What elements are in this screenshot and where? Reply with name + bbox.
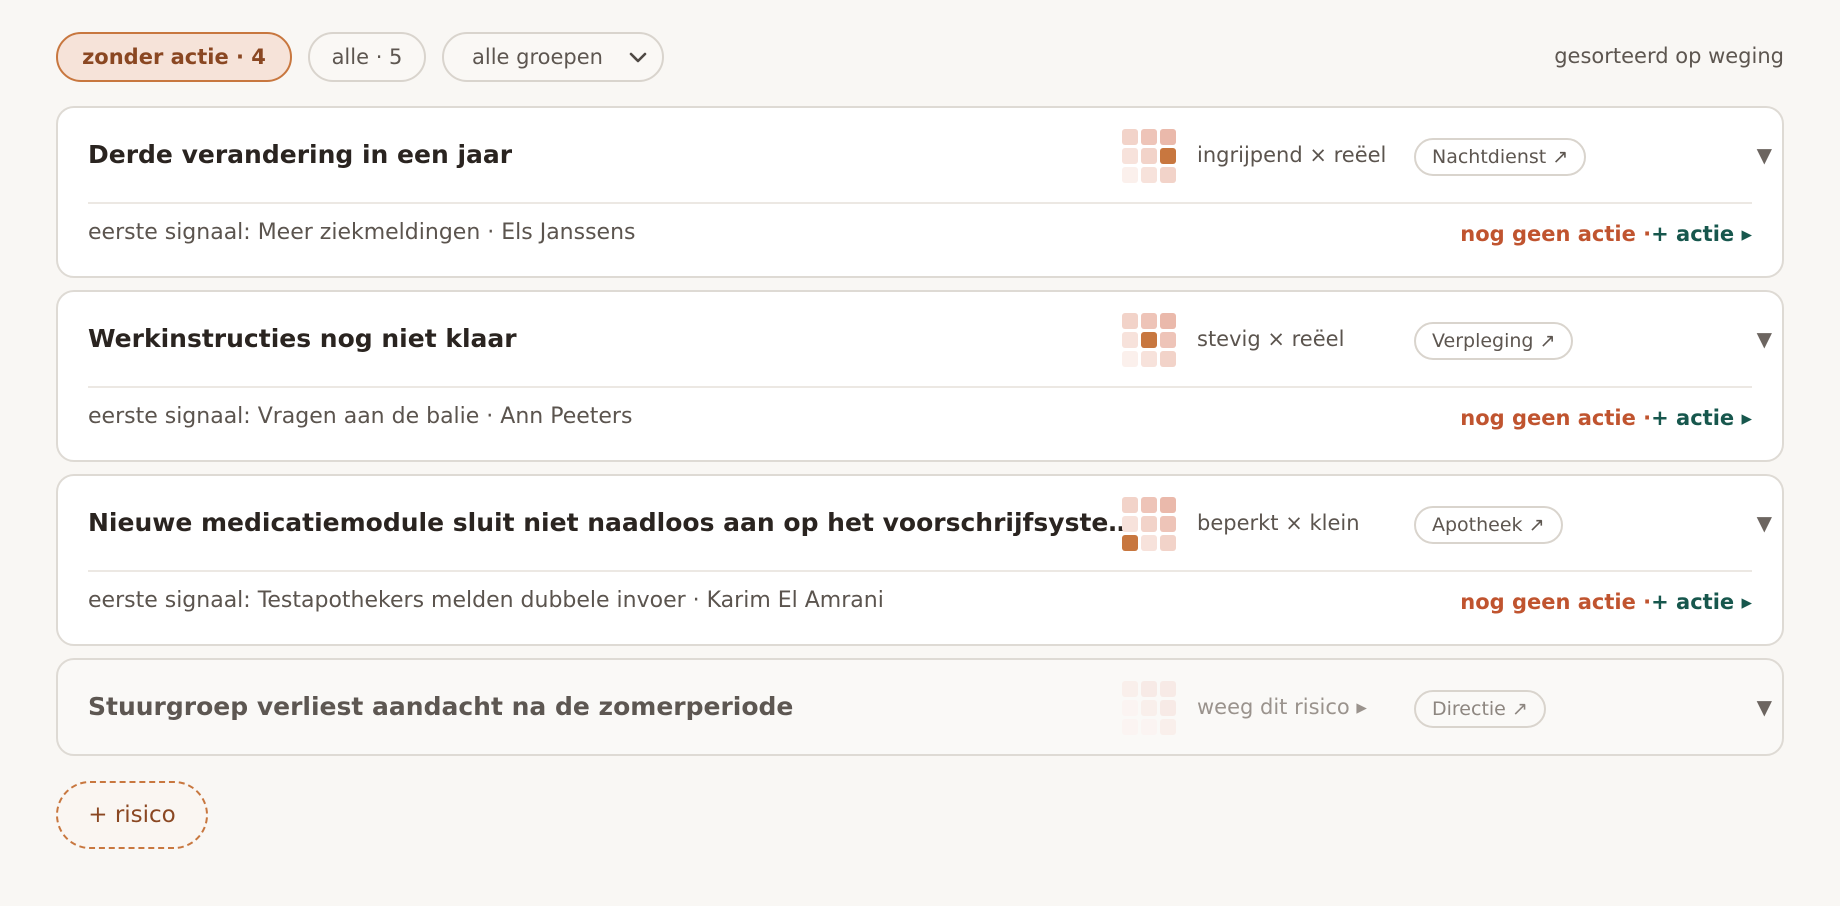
first-signal: eerste signaal: Testapothekers melden du…	[88, 588, 884, 613]
weight-grid-cell[interactable]	[1141, 719, 1157, 735]
weight-grid-cell[interactable]	[1141, 332, 1157, 348]
weight-grid-cell[interactable]	[1122, 313, 1138, 329]
first-signal: eerste signaal: Vragen aan de balie · An…	[88, 404, 633, 429]
group-tag[interactable]: Verpleging ↗	[1414, 322, 1574, 360]
weight-grid-cell[interactable]	[1160, 313, 1176, 329]
weight-grid-cell[interactable]	[1122, 167, 1138, 183]
action-status: nog geen actie ·+ actie ▸	[1460, 590, 1752, 614]
action-status: nog geen actie ·+ actie ▸	[1460, 222, 1752, 246]
weight-grid-cell[interactable]	[1160, 148, 1176, 164]
risk-weight-label[interactable]: stevig × reëel	[1197, 292, 1344, 386]
risk-weight-label[interactable]: beperkt × klein	[1197, 476, 1360, 570]
group-select[interactable]: alle groepen	[442, 32, 664, 82]
weight-grid-cell[interactable]	[1160, 535, 1176, 551]
weight-grid-cell[interactable]	[1160, 167, 1176, 183]
weight-grid-cell[interactable]	[1141, 148, 1157, 164]
first-signal: eerste signaal: Meer ziekmeldingen · Els…	[88, 220, 636, 245]
no-action-label: nog geen actie ·	[1460, 590, 1652, 614]
weight-grid-cell[interactable]	[1141, 497, 1157, 513]
risk-card[interactable]: Nieuwe medicatiemodule sluit niet naadlo…	[56, 474, 1784, 646]
risk-title: Nieuwe medicatiemodule sluit niet naadlo…	[88, 508, 1148, 537]
weight-grid-cell[interactable]	[1122, 681, 1138, 697]
expand-toggle-icon[interactable]: ▼	[1757, 476, 1772, 570]
add-action-button[interactable]: + actie ▸	[1651, 406, 1752, 430]
weight-grid-cell[interactable]	[1160, 700, 1176, 716]
expand-toggle-icon[interactable]: ▼	[1757, 292, 1772, 386]
add-action-button[interactable]: + actie ▸	[1651, 222, 1752, 246]
weight-grid-cell[interactable]	[1141, 681, 1157, 697]
risk-weight-label[interactable]: ingrijpend × reëel	[1197, 108, 1386, 202]
add-risk-button[interactable]: + risico	[56, 781, 208, 849]
risk-list-page: zonder actie · 4 alle · 5 alle groepen g…	[56, 32, 1784, 849]
group-tag[interactable]: Apotheek ↗	[1414, 506, 1563, 544]
add-action-button[interactable]: + actie ▸	[1651, 590, 1752, 614]
weight-grid-cell[interactable]	[1160, 497, 1176, 513]
expand-toggle-icon[interactable]: ▼	[1757, 660, 1772, 754]
filter-toolbar: zonder actie · 4 alle · 5 alle groepen g…	[56, 32, 1784, 86]
weight-grid-cell[interactable]	[1141, 313, 1157, 329]
risk-weight-grid[interactable]	[1122, 313, 1176, 367]
weight-grid-cell[interactable]	[1160, 332, 1176, 348]
risk-weight-grid[interactable]	[1122, 681, 1176, 735]
risk-weight-grid[interactable]	[1122, 497, 1176, 551]
weight-grid-cell[interactable]	[1122, 719, 1138, 735]
sort-label: gesorteerd op weging	[1554, 44, 1784, 68]
expand-toggle-icon[interactable]: ▼	[1757, 108, 1772, 202]
group-tag[interactable]: Nachtdienst ↗	[1414, 138, 1587, 176]
risk-title: Werkinstructies nog niet klaar	[88, 324, 517, 353]
no-action-label: nog geen actie ·	[1460, 406, 1652, 430]
chevron-down-icon	[629, 52, 647, 63]
weight-grid-cell[interactable]	[1141, 167, 1157, 183]
risk-title: Stuurgroep verliest aandacht na de zomer…	[88, 692, 794, 721]
risk-card[interactable]: Derde verandering in een jaar ingrijpend…	[56, 106, 1784, 278]
weight-grid-cell[interactable]	[1122, 129, 1138, 145]
weight-grid-cell[interactable]	[1141, 516, 1157, 532]
weight-grid-cell[interactable]	[1122, 332, 1138, 348]
weight-grid-cell[interactable]	[1141, 535, 1157, 551]
risk-card[interactable]: Stuurgroep verliest aandacht na de zomer…	[56, 658, 1784, 756]
risk-title: Derde verandering in een jaar	[88, 140, 513, 169]
filter-without-action[interactable]: zonder actie · 4	[56, 32, 292, 82]
weight-grid-cell[interactable]	[1141, 351, 1157, 367]
weight-grid-cell[interactable]	[1141, 129, 1157, 145]
weight-grid-cell[interactable]	[1122, 351, 1138, 367]
weight-grid-cell[interactable]	[1122, 497, 1138, 513]
action-status: nog geen actie ·+ actie ▸	[1460, 406, 1752, 430]
weight-grid-cell[interactable]	[1160, 351, 1176, 367]
weight-grid-cell[interactable]	[1160, 719, 1176, 735]
group-tag[interactable]: Directie ↗	[1414, 690, 1546, 728]
filter-all[interactable]: alle · 5	[308, 32, 426, 82]
weight-grid-cell[interactable]	[1122, 148, 1138, 164]
group-select-value: alle groepen	[472, 45, 603, 69]
weight-grid-cell[interactable]	[1160, 129, 1176, 145]
risk-weight-grid[interactable]	[1122, 129, 1176, 183]
weight-grid-cell[interactable]	[1122, 535, 1138, 551]
weight-grid-cell[interactable]	[1122, 516, 1138, 532]
no-action-label: nog geen actie ·	[1460, 222, 1652, 246]
weight-grid-cell[interactable]	[1160, 681, 1176, 697]
weight-grid-cell[interactable]	[1160, 516, 1176, 532]
risk-card[interactable]: Werkinstructies nog niet klaar stevig × …	[56, 290, 1784, 462]
weigh-risk-link[interactable]: weeg dit risico ▸	[1197, 660, 1367, 754]
weight-grid-cell[interactable]	[1141, 700, 1157, 716]
weight-grid-cell[interactable]	[1122, 700, 1138, 716]
